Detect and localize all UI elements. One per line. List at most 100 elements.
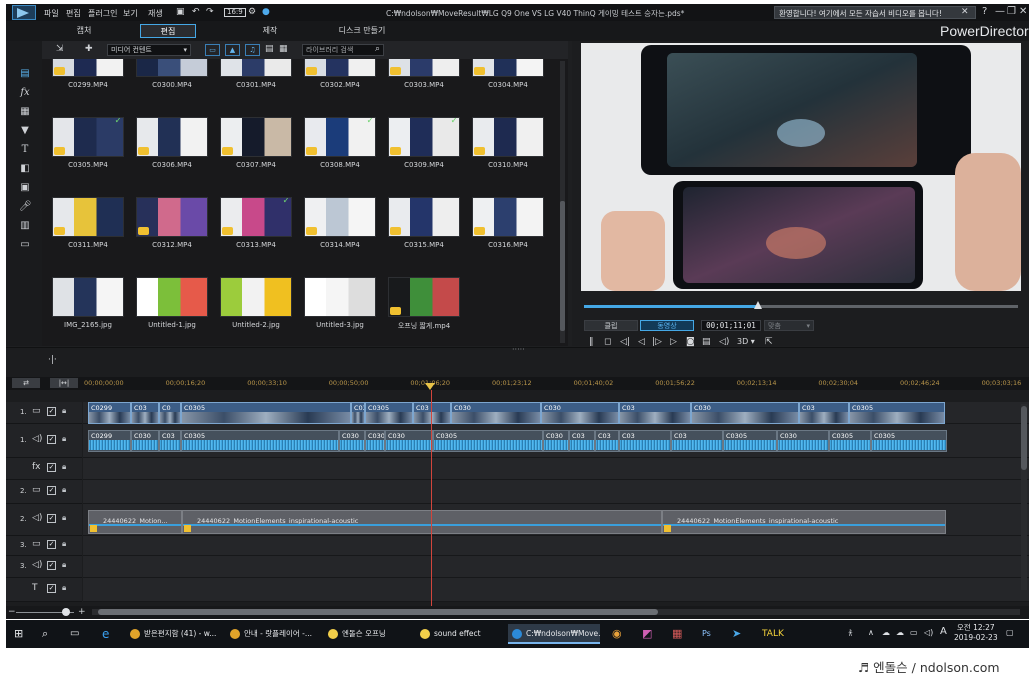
audio-clip[interactable]: C0305 [365,430,385,452]
audio-clip[interactable]: C030 [385,430,433,452]
lane-video-3[interactable] [83,536,1029,556]
undo-icon[interactable]: ↶ [192,7,200,17]
menu-playback[interactable]: 재생 [148,8,163,19]
media-tile[interactable]: C0299.MP4 [52,59,126,89]
video-clip[interactable]: C030 [451,402,541,424]
lock-icon[interactable]: 🔒︎ [62,539,66,549]
media-tile[interactable]: C0304.MP4 [472,59,546,89]
media-tile[interactable]: C0306.MP4 [136,117,210,169]
menu-edit[interactable]: 편집 [66,8,81,19]
media-tile[interactable]: ✓ C0305.MP4 [52,117,126,169]
music-clip[interactable]: 24440622_MotionElements_inspirational-ac… [662,510,946,534]
zoom-out-icon[interactable]: − [8,607,16,617]
telegram-icon[interactable]: ➤ [732,624,741,644]
save-icon[interactable]: ▣ [176,7,185,17]
audio-clip[interactable]: C030 [543,430,569,452]
media-tile[interactable]: Untitled-2.jpg [220,277,294,329]
transition-room-icon[interactable]: ◧ [19,163,31,175]
taskbar-app[interactable]: C:₩ndolson₩Move... [508,624,600,644]
aspect-ratio-icon[interactable]: 16:9 [224,8,246,17]
lock-icon[interactable]: 🔒︎ [62,513,66,523]
task-view-icon[interactable]: ▭ [70,624,79,644]
system-clock[interactable]: 오전 12:27 2019-02-23 [954,623,998,643]
playhead-marker-icon[interactable] [425,383,435,390]
rewind-icon[interactable]: ◁ [638,337,645,347]
media-tile[interactable]: ✓ C0309.MP4 [388,117,462,169]
video-clip[interactable]: C0 [159,402,181,424]
timeline-horizontal-scrollbar-thumb[interactable] [98,609,658,615]
audio-clip[interactable]: C030 [131,430,159,452]
lane-audio-1[interactable]: C0299C030C03C0305C030C0305C030C0305C030C… [83,424,1029,458]
music-clip[interactable]: 24440622_Motion... [88,510,182,534]
track-enable-checkbox[interactable]: ✓ [47,486,56,495]
network-icon[interactable]: ▭ [910,628,918,637]
video-clip[interactable]: C0305 [181,402,351,424]
track-enable-checkbox[interactable]: ✓ [47,584,56,593]
title-room-icon[interactable]: T [19,144,31,156]
media-tile[interactable]: 오프닝 짧게.mp4 [388,277,462,331]
lane-video-1[interactable]: C0299 C03 C0 C0305 C030 C0305 C03 C030 C030 C03 C0… [83,402,1029,424]
video-clip[interactable]: C03 [413,402,451,424]
undock-icon[interactable]: ⇱ [765,337,773,347]
lock-icon[interactable]: 🔒︎ [62,583,66,593]
previous-frame-icon[interactable]: ◁| [620,337,630,347]
onedrive-icon[interactable]: ☁ [896,628,904,637]
media-tile[interactable]: C0310.MP4 [472,117,546,169]
tab-produce[interactable]: 제작 [242,24,298,38]
menu-view[interactable]: 보기 [123,8,138,19]
track-enable-checkbox[interactable]: ✓ [47,540,56,549]
pip-room-icon[interactable]: ▦ [19,106,31,118]
notification-bar[interactable]: 환영합니다! 여기에서 모든 자습서 비디오를 봅니다! [774,6,976,19]
lane-title[interactable] [83,578,1029,602]
media-tile[interactable]: IMG_2165.jpg [52,277,126,329]
media-tile[interactable]: C0314.MP4 [304,197,378,249]
settings-icon[interactable]: ⚙ [248,7,256,17]
lane-audio-2[interactable]: 24440622_Motion... 24440622_MotionElemen… [83,504,1029,536]
library-scrollbar-thumb[interactable] [560,201,565,331]
search-icon[interactable]: ⌕ [375,44,380,54]
library-search-input[interactable]: 라이브러리 검색 [302,44,384,56]
preview-quality-dropdown[interactable]: 맞춤 [764,320,814,331]
notification-center-icon[interactable]: ▢ [1006,628,1014,637]
media-tile[interactable]: Untitled-3.jpg [304,277,378,329]
taskbar-app[interactable]: 받은편지함 (41) - w... [126,624,222,644]
seekbar-handle[interactable] [753,301,762,309]
audio-mixing-room-icon[interactable]: ▣ [19,182,31,194]
lock-icon[interactable]: 🔒︎ [62,485,66,495]
timecode-display[interactable]: 00;01;11;01 [701,320,761,331]
volume-icon[interactable]: ◁) [719,337,729,347]
storyboard-view-button[interactable]: ⇄ [12,378,40,388]
track-enable-checkbox[interactable]: ✓ [47,514,56,523]
chrome-icon[interactable]: ◉ [612,624,622,644]
app-logo-icon[interactable] [12,5,36,20]
particle-room-icon[interactable]: ▼ [19,125,31,137]
video-clip[interactable]: C0305 [849,402,945,424]
next-frame-icon[interactable]: |▷ [652,337,662,347]
audio-clip[interactable]: C03 [595,430,619,452]
video-clip[interactable]: C03 [131,402,159,424]
track-enable-checkbox[interactable]: ✓ [47,435,56,444]
audio-clip[interactable]: C0299 [88,430,131,452]
menu-plugin[interactable]: 플러그인 [88,8,117,19]
import-icon[interactable]: ⇲ [56,44,64,55]
split-clip-icon[interactable]: ·|· [48,355,57,365]
track-enable-checkbox[interactable]: ✓ [47,561,56,570]
search-icon[interactable]: ⌕ [42,624,48,644]
timeline-vertical-scrollbar-thumb[interactable] [1021,406,1027,470]
audio-clip[interactable]: C03 [619,430,671,452]
fast-forward-icon[interactable]: ▷ [670,337,677,347]
media-tile[interactable]: C0302.MP4 [304,59,378,89]
audio-clip[interactable]: C0305 [723,430,777,452]
ime-indicator[interactable]: A [940,626,947,637]
audio-clip[interactable]: C03 [671,430,723,452]
media-tile[interactable]: C0312.MP4 [136,197,210,249]
cloud-icon[interactable]: ☁ [882,628,890,637]
media-tile[interactable]: C0316.MP4 [472,197,546,249]
media-tile[interactable]: C0300.MP4 [136,59,210,89]
filter-video-icon[interactable]: ▭ [205,44,220,56]
audio-clip[interactable]: C0305 [829,430,871,452]
lock-icon[interactable]: 🔒︎ [62,434,66,444]
preview-video[interactable] [581,43,1021,291]
media-filter-dropdown[interactable]: 미디어 컨텐트 [107,44,191,56]
lane-fx[interactable] [83,458,1029,480]
